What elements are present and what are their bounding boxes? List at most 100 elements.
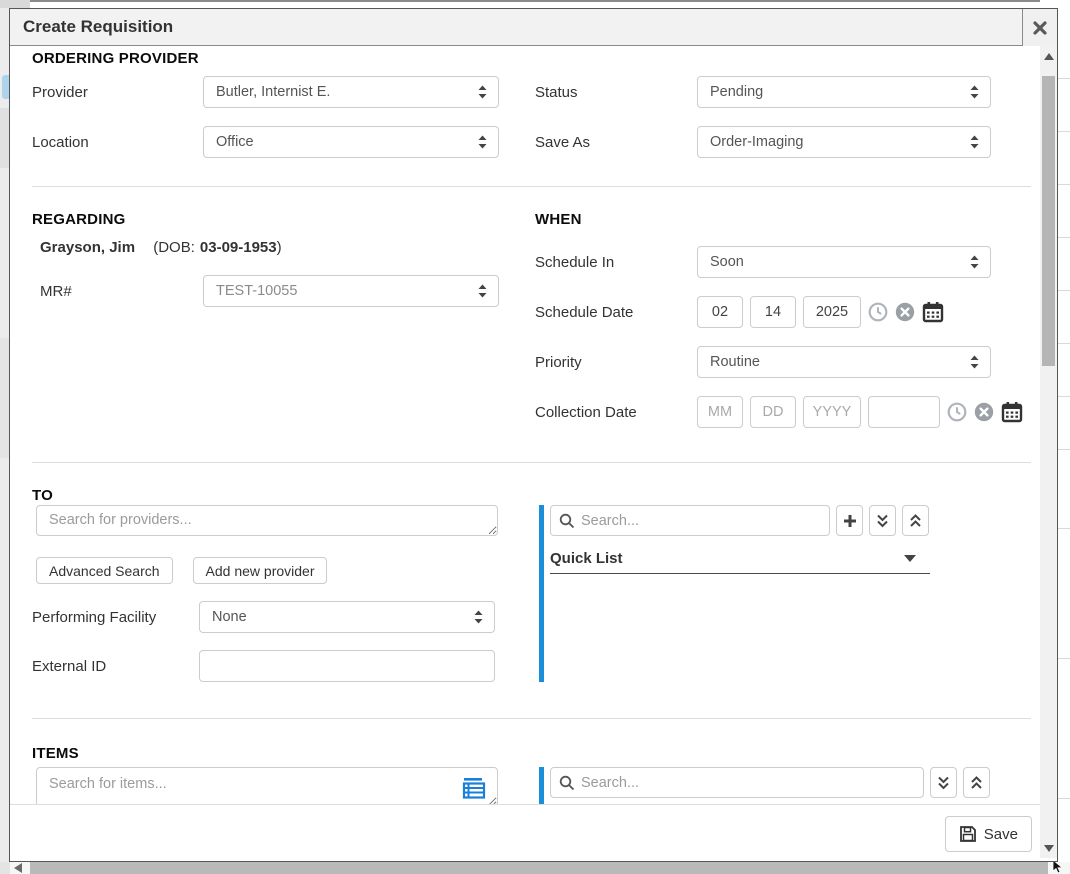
save-button[interactable]: Save — [945, 816, 1032, 852]
items-collapse-all-button[interactable] — [963, 767, 990, 798]
background-row-line — [1058, 396, 1070, 397]
background-divider — [30, 0, 1040, 2]
background-row-line — [1058, 449, 1070, 450]
mr-select-value: TEST-10055 — [216, 283, 297, 299]
calendar-icon — [1001, 401, 1023, 423]
vertical-scrollbar[interactable] — [1040, 46, 1057, 858]
location-select-value: Office — [216, 134, 254, 150]
select-arrows-icon — [473, 609, 484, 625]
collection-time-button[interactable] — [947, 402, 967, 422]
provider-select-value: Butler, Internist E. — [216, 84, 330, 100]
schedule-month-input[interactable] — [697, 296, 743, 328]
item-search-input[interactable] — [36, 767, 498, 804]
items-heading: ITEMS — [32, 745, 1031, 762]
items-panel-search — [550, 767, 924, 798]
status-label: Status — [535, 84, 697, 101]
background-row-line — [1058, 528, 1070, 529]
scroll-up-button[interactable] — [1040, 48, 1057, 64]
external-id-label: External ID — [32, 658, 199, 675]
chevron-double-down-icon — [875, 513, 890, 529]
mr-select[interactable]: TEST-10055 — [203, 275, 499, 307]
items-left-column — [32, 767, 498, 804]
schedule-in-row: Schedule In Soon — [535, 246, 991, 278]
add-new-provider-button[interactable]: Add new provider — [193, 557, 328, 584]
performing-facility-row: Performing Facility None — [32, 601, 535, 633]
scroll-left-icon[interactable] — [14, 863, 22, 873]
scroll-down-button[interactable] — [1040, 840, 1057, 856]
schedule-calendar-button[interactable] — [922, 301, 944, 323]
plus-icon — [842, 513, 858, 529]
priority-label: Priority — [535, 354, 697, 371]
background-top-strip — [0, 0, 1070, 8]
schedule-day-input[interactable] — [750, 296, 796, 328]
background-fragment — [0, 108, 9, 168]
collapse-all-button[interactable] — [902, 505, 929, 536]
schedule-in-select[interactable]: Soon — [697, 246, 991, 278]
background-fragment — [0, 338, 9, 458]
schedule-date-row: Schedule Date — [535, 296, 991, 328]
save-as-select-value: Order-Imaging — [710, 134, 803, 150]
items-panel — [539, 767, 991, 804]
schedule-time-button[interactable] — [868, 302, 888, 322]
performing-facility-select[interactable]: None — [199, 601, 495, 633]
patient-dob: 03-09-1953 — [200, 239, 277, 256]
items-panel-search-input[interactable] — [581, 775, 915, 791]
save-as-label: Save As — [535, 134, 697, 151]
calendar-icon — [922, 301, 944, 323]
collection-date-row: Collection Date — [535, 396, 991, 428]
chevron-double-up-icon — [969, 775, 984, 791]
provider-select[interactable]: Butler, Internist E. — [203, 76, 499, 108]
quick-list-label: Quick List — [550, 550, 623, 567]
external-id-row: External ID — [32, 650, 535, 682]
regarding-heading: REGARDING — [32, 211, 535, 228]
performing-facility-label: Performing Facility — [32, 609, 199, 626]
quick-list-header[interactable]: Quick List — [550, 550, 930, 574]
items-section: ITEMS — [32, 745, 1031, 804]
schedule-clear-button[interactable] — [895, 302, 915, 322]
location-select[interactable]: Office — [203, 126, 499, 158]
vertical-scrollbar-thumb[interactable] — [1042, 76, 1055, 366]
status-select[interactable]: Pending — [697, 76, 991, 108]
item-list-picker-button[interactable] — [462, 777, 486, 799]
add-provider-to-list-button[interactable] — [836, 505, 863, 536]
status-select-value: Pending — [710, 84, 763, 100]
to-quick-list-panel: Quick List — [539, 505, 991, 682]
background-row-line — [1058, 798, 1070, 799]
search-icon — [559, 513, 575, 529]
collection-year-input[interactable] — [803, 396, 861, 428]
external-id-input[interactable] — [199, 650, 495, 682]
select-arrows-icon — [969, 254, 980, 270]
items-expand-all-button[interactable] — [930, 767, 957, 798]
schedule-date-label: Schedule Date — [535, 304, 697, 321]
expand-all-button[interactable] — [869, 505, 896, 536]
section-divider — [32, 186, 1031, 187]
provider-search-input[interactable] — [36, 505, 498, 536]
collection-clear-button[interactable] — [974, 402, 994, 422]
background-row-line — [1058, 290, 1070, 291]
close-button[interactable] — [1022, 9, 1057, 46]
advanced-search-button[interactable]: Advanced Search — [36, 557, 173, 584]
select-arrows-icon — [969, 134, 980, 150]
mr-label: MR# — [40, 283, 203, 300]
schedule-year-input[interactable] — [803, 296, 861, 328]
horizontal-scrollbar[interactable] — [0, 862, 1070, 874]
when-column: WHEN Schedule In Soon Schedule Date — [535, 211, 991, 428]
collection-day-input[interactable] — [750, 396, 796, 428]
save-as-select[interactable]: Order-Imaging — [697, 126, 991, 158]
background-row-line — [1058, 343, 1070, 344]
save-icon — [959, 825, 977, 843]
collection-date-inputs — [697, 396, 1040, 428]
to-panel-search-input[interactable] — [581, 513, 821, 529]
search-icon — [559, 775, 575, 791]
to-left-column: Advanced Search Add new provider Perform… — [32, 505, 535, 682]
save-button-label: Save — [984, 826, 1018, 843]
schedule-date-inputs — [697, 296, 991, 328]
background-button-fragment — [2, 75, 9, 99]
collection-time-input[interactable] — [868, 396, 940, 428]
horizontal-scrollbar-thumb[interactable] — [30, 862, 1048, 874]
background-row-line — [1058, 237, 1070, 238]
panel-accent-bar — [539, 767, 544, 804]
priority-select[interactable]: Routine — [697, 346, 991, 378]
collection-calendar-button[interactable] — [1001, 401, 1023, 423]
collection-month-input[interactable] — [697, 396, 743, 428]
